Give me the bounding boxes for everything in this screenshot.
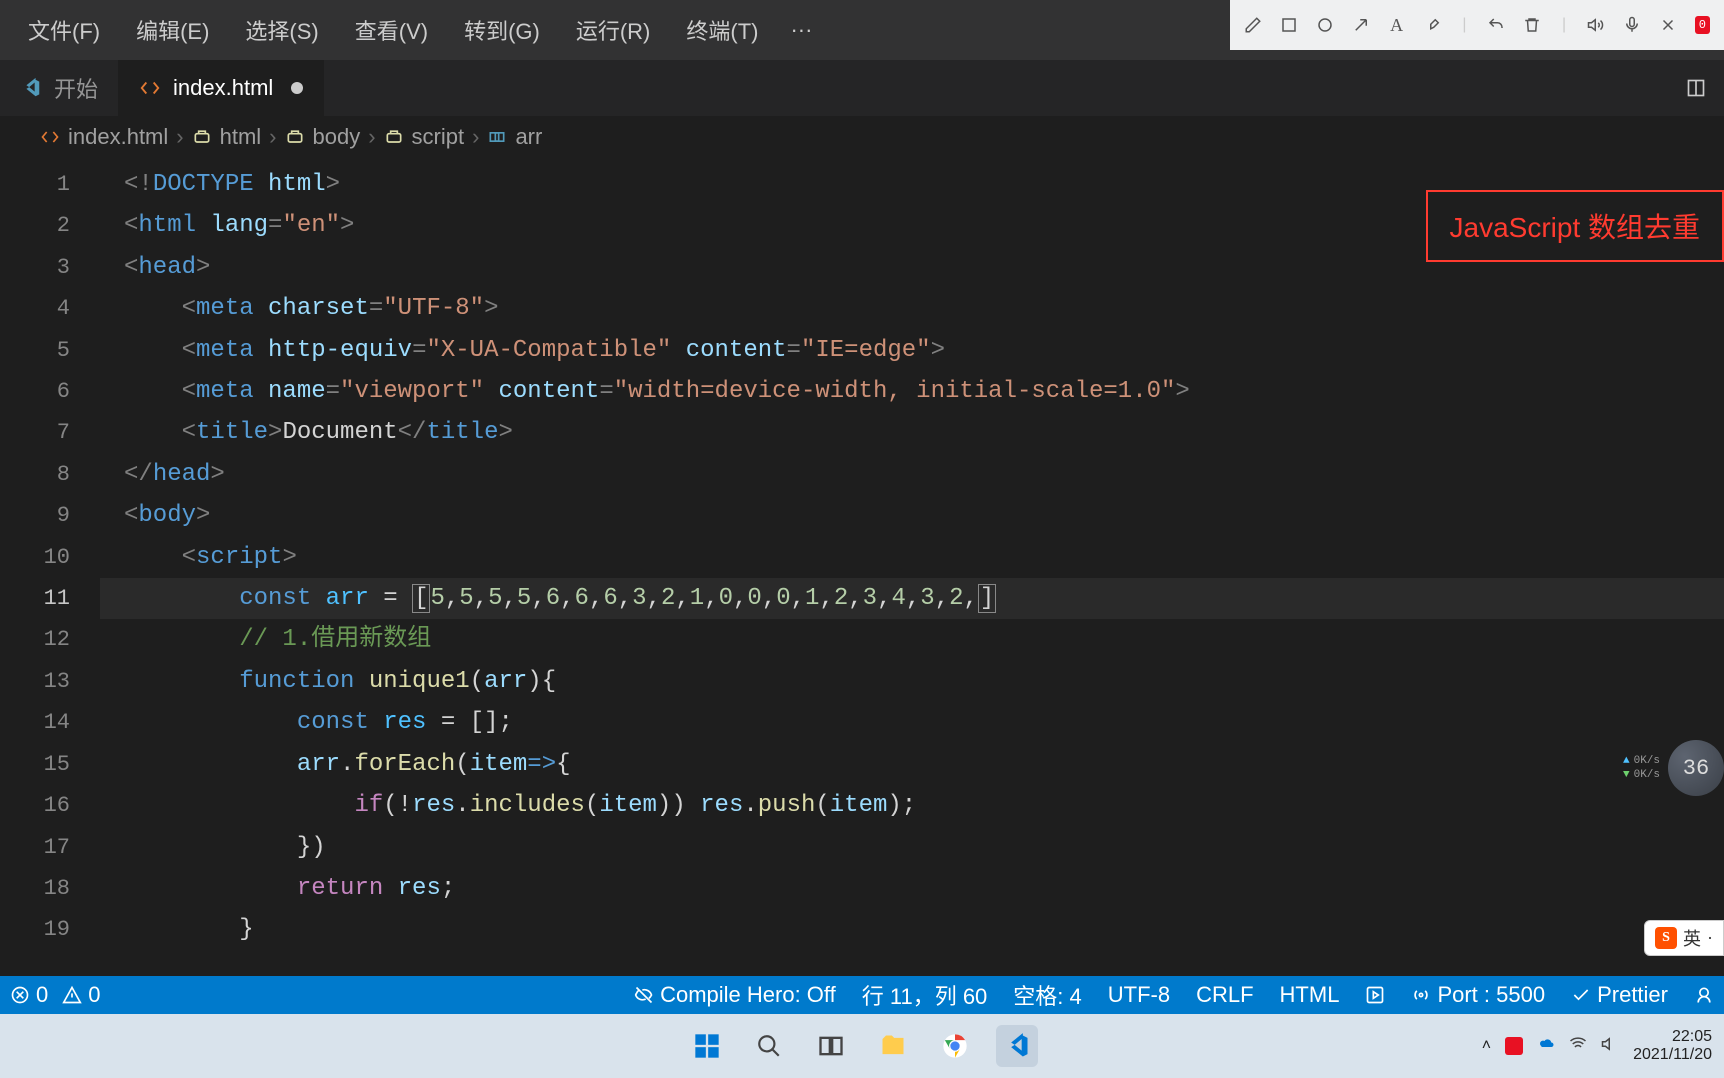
chrome-button[interactable] <box>934 1025 976 1067</box>
breadcrumb-item[interactable]: body <box>313 124 361 150</box>
chevron-right-icon: › <box>269 124 276 150</box>
broadcast-icon <box>1411 985 1431 1005</box>
divider: | <box>1559 16 1569 34</box>
explorer-button[interactable] <box>872 1025 914 1067</box>
tray-speaker-icon[interactable] <box>1601 1035 1619 1058</box>
sb-prettier[interactable]: Prettier <box>1571 982 1668 1008</box>
vscode-button[interactable] <box>996 1025 1038 1067</box>
tab-index-html[interactable]: index.html <box>119 60 324 116</box>
symbol-tag-icon <box>192 127 212 147</box>
divider: | <box>1460 16 1470 34</box>
symbol-tag-icon <box>384 127 404 147</box>
sb-encoding[interactable]: UTF-8 <box>1108 982 1170 1008</box>
menu-edit[interactable]: 编辑(E) <box>118 8 227 52</box>
upload-speed: 0K/s <box>1623 754 1660 768</box>
annotation-overlay: JavaScript 数组去重 <box>1426 190 1724 262</box>
menu-more[interactable]: ··· <box>776 11 826 49</box>
chevron-right-icon: › <box>472 124 479 150</box>
error-icon <box>10 985 30 1005</box>
highlighter-icon[interactable] <box>1424 16 1442 34</box>
menu-goto[interactable]: 转到(G) <box>446 8 558 52</box>
html-icon <box>139 77 161 99</box>
speed-blob[interactable]: 36 <box>1668 740 1724 796</box>
sb-lang[interactable]: HTML <box>1280 982 1340 1008</box>
warning-icon <box>62 985 82 1005</box>
breadcrumb-item[interactable]: script <box>412 124 465 150</box>
sb-errors[interactable]: 0 0 <box>10 982 101 1008</box>
html-icon <box>40 127 60 147</box>
sb-run-icon[interactable] <box>1365 985 1385 1005</box>
warning-count: 0 <box>88 982 100 1008</box>
statusbar: 0 0 Compile Hero: Off 行 11，列 60 空格: 4 UT… <box>0 976 1724 1014</box>
sb-spaces[interactable]: 空格: 4 <box>1013 979 1081 1011</box>
overlay-text: JavaScript 数组去重 <box>1450 212 1701 243</box>
menu-run[interactable]: 运行(R) <box>558 8 669 52</box>
chevron-right-icon: › <box>176 124 183 150</box>
breadcrumb-item[interactable]: index.html <box>68 124 168 150</box>
download-speed: 0K/s <box>1623 768 1660 782</box>
menu-select[interactable]: 选择(S) <box>227 8 336 52</box>
code-editor[interactable]: 12345678910111213141516171819 <!DOCTYPE … <box>0 158 1724 944</box>
line-gutter: 12345678910111213141516171819 <box>0 158 100 944</box>
menu-view[interactable]: 查看(V) <box>337 8 446 52</box>
dirty-dot-icon <box>291 82 303 94</box>
error-count: 0 <box>36 982 48 1008</box>
eye-off-icon <box>634 985 654 1005</box>
annotation-toolbar: A | | 0 <box>1230 0 1724 50</box>
tray-cloud-icon[interactable] <box>1537 1035 1555 1058</box>
tray-up-icon[interactable]: ˄ <box>1482 1037 1491 1055</box>
tab-label: 开始 <box>54 72 98 104</box>
ime-lang: 英 <box>1683 925 1701 951</box>
undo-icon[interactable] <box>1487 16 1505 34</box>
menu-terminal[interactable]: 终端(T) <box>668 8 776 52</box>
text-icon[interactable]: A <box>1388 16 1406 34</box>
breadcrumb: index.html › html › body › script › arr <box>0 116 1724 158</box>
symbol-var-icon <box>487 127 507 147</box>
taskbar: ˄ 22:05 2021/11/20 <box>0 1014 1724 1078</box>
start-button[interactable] <box>686 1025 728 1067</box>
breadcrumb-item[interactable]: arr <box>515 124 542 150</box>
tray-qq-icon[interactable] <box>1505 1037 1523 1055</box>
code-content[interactable]: <!DOCTYPE html><html lang="en"><head> <m… <box>100 158 1724 944</box>
taskview-button[interactable] <box>810 1025 852 1067</box>
chevron-right-icon: › <box>368 124 375 150</box>
arrow-icon[interactable] <box>1352 16 1370 34</box>
sb-compile-hero[interactable]: Compile Hero: Off <box>634 982 836 1008</box>
menu-file[interactable]: 文件(F) <box>10 8 118 52</box>
system-tray: ˄ 22:05 2021/11/20 <box>1482 1028 1712 1064</box>
ime-dots: · <box>1707 928 1713 949</box>
close-icon[interactable] <box>1659 16 1677 34</box>
symbol-tag-icon <box>285 127 305 147</box>
trash-icon[interactable] <box>1523 16 1541 34</box>
pencil-icon[interactable] <box>1244 16 1262 34</box>
check-icon <box>1571 985 1591 1005</box>
square-icon[interactable] <box>1280 16 1298 34</box>
clock[interactable]: 22:05 2021/11/20 <box>1633 1028 1712 1064</box>
sb-port[interactable]: Port : 5500 <box>1411 982 1545 1008</box>
tray-wifi-icon[interactable] <box>1569 1035 1587 1058</box>
mic-icon[interactable] <box>1623 16 1641 34</box>
record-badge[interactable]: 0 <box>1695 16 1710 34</box>
ime-indicator[interactable]: S 英 · <box>1644 920 1724 956</box>
tab-welcome[interactable]: 开始 <box>0 60 119 116</box>
search-button[interactable] <box>748 1025 790 1067</box>
split-editor-button[interactable] <box>1668 60 1724 116</box>
netspeed-widget[interactable]: 0K/s 0K/s 36 <box>1623 740 1724 796</box>
vscode-icon <box>20 77 42 99</box>
breadcrumb-item[interactable]: html <box>220 124 262 150</box>
sb-feedback[interactable] <box>1694 985 1714 1005</box>
date: 2021/11/20 <box>1633 1046 1712 1064</box>
time: 22:05 <box>1633 1028 1712 1046</box>
editor-tabs: 开始 index.html <box>0 60 1724 116</box>
tab-label: index.html <box>173 75 273 101</box>
speaker-icon[interactable] <box>1587 16 1605 34</box>
sogou-logo-icon: S <box>1655 927 1677 949</box>
circle-icon[interactable] <box>1316 16 1334 34</box>
sb-cursor[interactable]: 行 11，列 60 <box>862 979 988 1011</box>
sb-eol[interactable]: CRLF <box>1196 982 1253 1008</box>
